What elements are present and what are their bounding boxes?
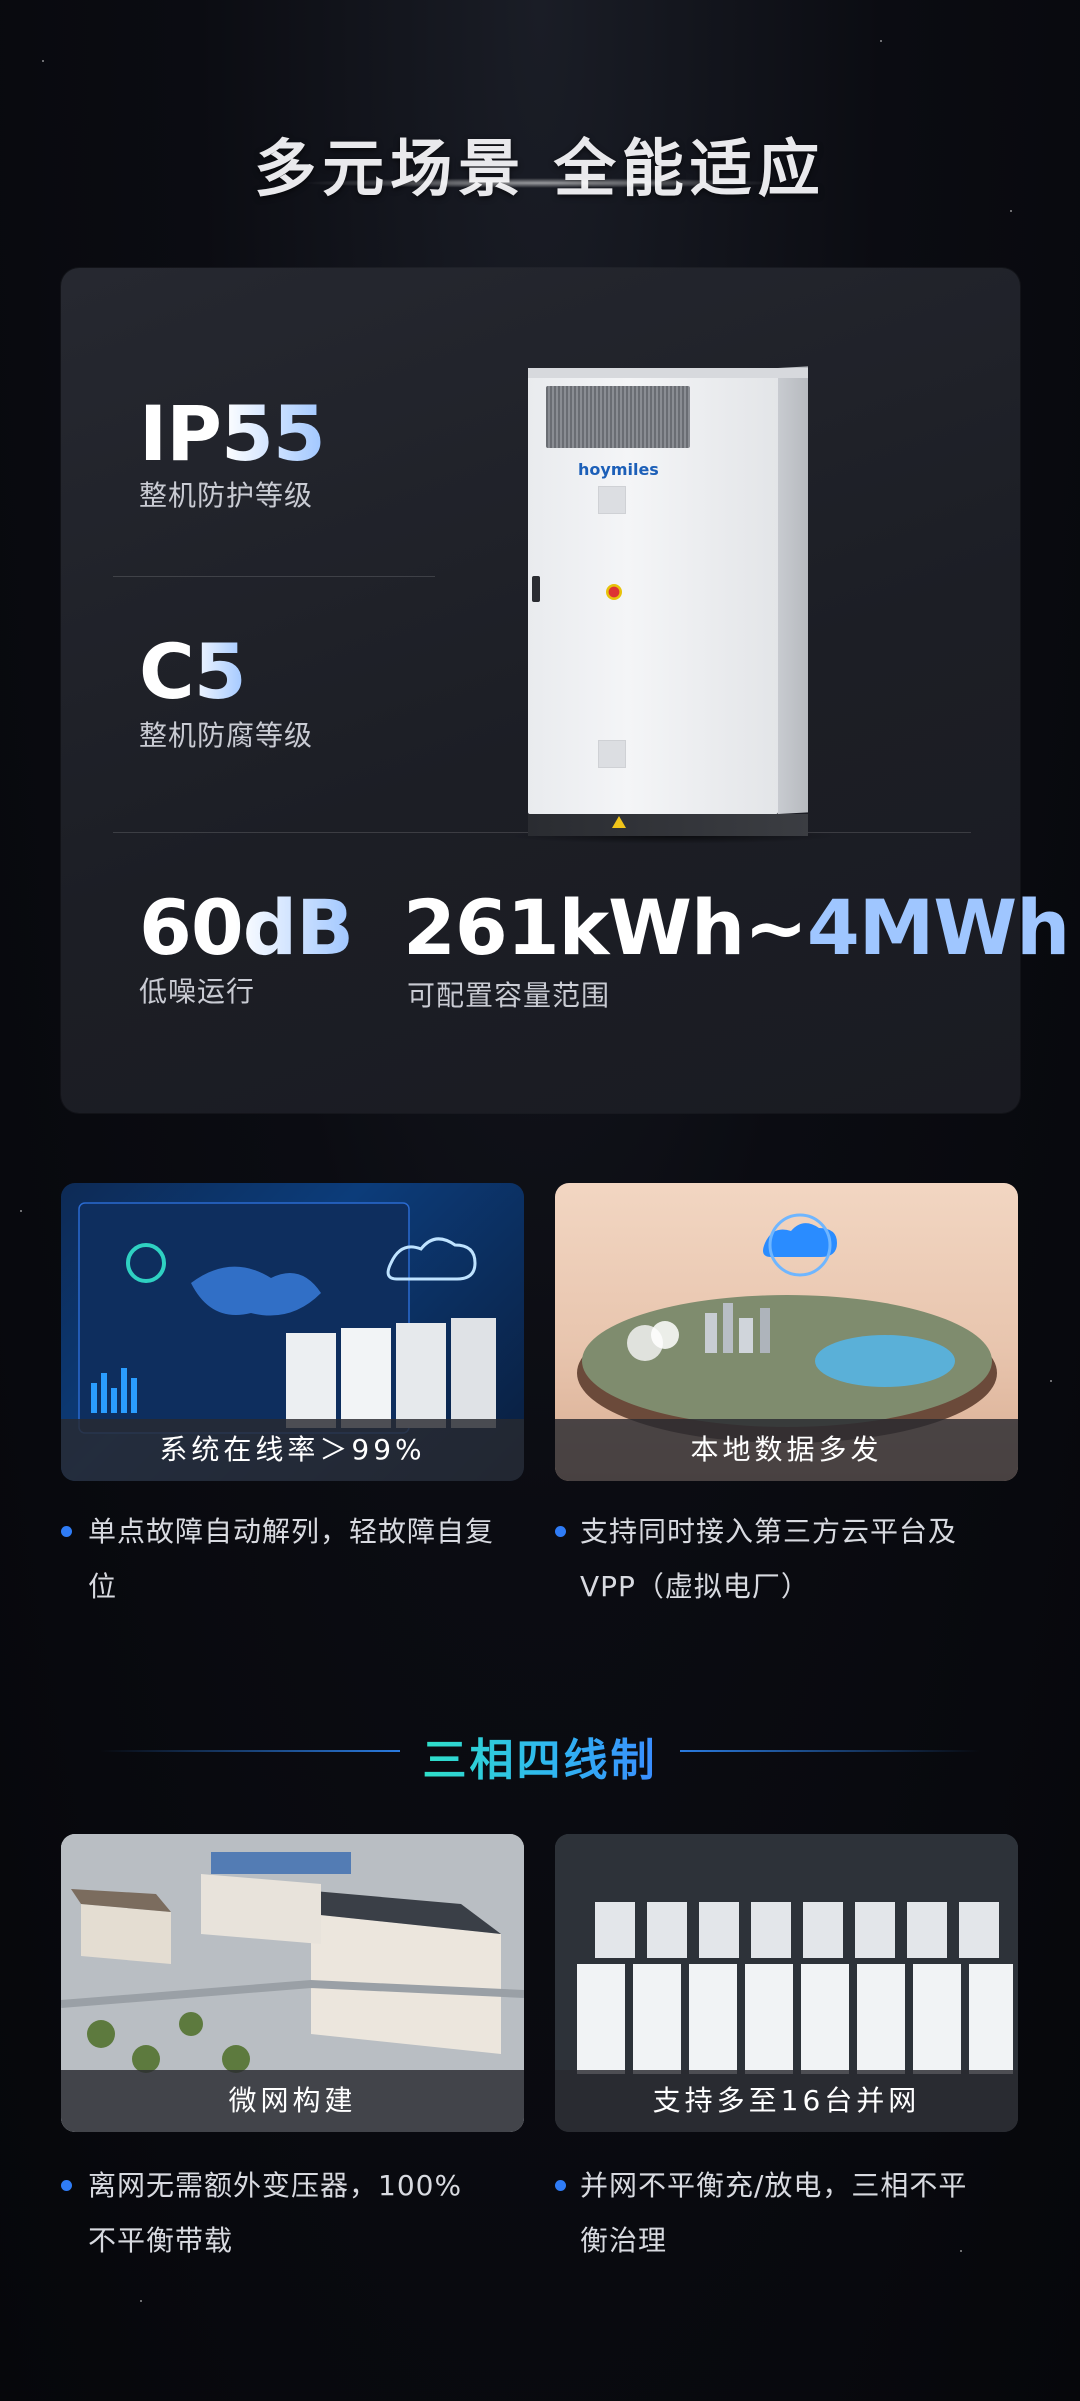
capacity-value-start: 261kWh~ xyxy=(403,883,808,972)
page-title: 多元场景 全能适应 xyxy=(254,132,826,205)
divider xyxy=(113,576,435,577)
feature-description: 单点故障自动解列，轻故障自复位 xyxy=(88,1515,495,1603)
cabinet-side xyxy=(778,366,808,814)
cabinet-top xyxy=(528,368,808,378)
star-decoration xyxy=(1050,1380,1052,1382)
warning-icon xyxy=(612,816,626,828)
page: 多元场景 全能适应 IP55 整机防护等级 C5 整机防腐等级 60dB 低噪运… xyxy=(0,0,1080,2401)
section-line-right xyxy=(680,1750,980,1752)
feature-card-microgrid: 微网构建 xyxy=(61,1834,524,2132)
feature-caption: 系统在线率＞99% xyxy=(61,1419,524,1481)
feature-card-parallel: 支持多至16台并网 xyxy=(555,1834,1018,2132)
feature-card-local-data: 本地数据多发 xyxy=(555,1183,1018,1481)
noise-label: 低噪运行 xyxy=(139,975,256,1008)
title-glow xyxy=(300,178,780,188)
star-decoration xyxy=(42,60,44,62)
section-title: 三相四线制 xyxy=(422,1735,658,1786)
ip-rating-label: 整机防护等级 xyxy=(139,479,314,512)
feature-description: 支持同时接入第三方云平台及VPP（虚拟电厂） xyxy=(580,1515,958,1603)
cabinet-vent xyxy=(546,386,690,448)
bullet-dot-icon xyxy=(61,1526,72,1537)
capacity-label: 可配置容量范围 xyxy=(407,979,611,1012)
cabinet-handle xyxy=(532,576,540,602)
capacity-value: 261kWh~4MWh xyxy=(403,890,1070,966)
bullet-dot-icon xyxy=(555,1526,566,1537)
noise-value: 60dB xyxy=(139,883,354,972)
star-decoration xyxy=(880,40,882,42)
corrosion-rating-label: 整机防腐等级 xyxy=(139,719,314,752)
bullet-dot-icon xyxy=(555,2180,566,2191)
star-decoration xyxy=(140,2300,142,2302)
feature-description: 并网不平衡充/放电，三相不平衡治理 xyxy=(580,2169,968,2257)
feature-description: 离网无需额外变压器，100%不平衡带载 xyxy=(88,2169,463,2257)
capacity-value-end: 4MWh xyxy=(806,883,1070,972)
star-decoration xyxy=(20,1210,22,1212)
feature-caption: 微网构建 xyxy=(61,2070,524,2132)
cabinet-panel xyxy=(598,486,626,514)
cabinet-brand-logo: hoymiles xyxy=(578,460,659,479)
cabinet-base xyxy=(528,814,808,836)
corrosion-rating-value: C5 xyxy=(139,627,247,716)
ip-rating-value: IP55 xyxy=(139,389,326,478)
energy-storage-cabinet-image: hoymiles xyxy=(508,366,838,844)
star-decoration xyxy=(1010,210,1012,212)
cabinet-panel xyxy=(598,740,626,768)
feature-caption: 本地数据多发 xyxy=(555,1419,1018,1481)
bullet-dot-icon xyxy=(61,2180,72,2191)
feature-caption: 支持多至16台并网 xyxy=(555,2070,1018,2132)
emergency-stop-icon xyxy=(606,584,622,600)
feature-card-online-rate: 系统在线率＞99% xyxy=(61,1183,524,1481)
